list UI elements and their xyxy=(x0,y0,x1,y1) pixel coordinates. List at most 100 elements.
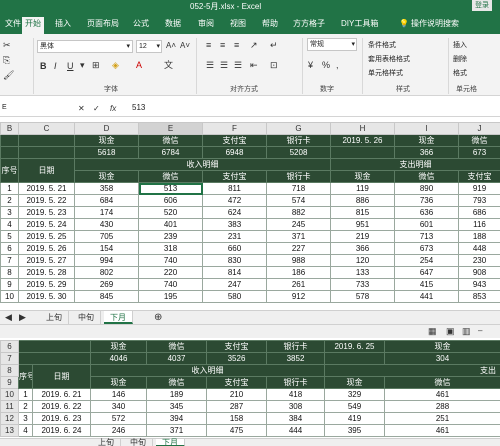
date-cell[interactable]: 2019. 5. 24 xyxy=(18,218,75,231)
value-cell[interactable]: 943 xyxy=(458,278,500,291)
next-sheet-icon[interactable]: ▶ xyxy=(16,311,29,324)
delete-cells-button[interactable]: 删除 xyxy=(453,54,467,64)
cell-style-button[interactable]: 单元格样式 xyxy=(368,68,403,78)
page-layout-icon[interactable]: ▣ xyxy=(446,326,455,336)
font-color-icon[interactable]: A xyxy=(136,60,142,70)
insert-cells-button[interactable]: 插入 xyxy=(453,40,467,50)
underline-button[interactable]: U xyxy=(67,61,74,71)
sub-header[interactable]: 支付宝 xyxy=(458,170,500,183)
value-cell[interactable]: 430 xyxy=(74,218,139,231)
align-right-icon[interactable]: ☰ xyxy=(234,60,242,70)
font-name-select[interactable]: 黑体 ▾ xyxy=(37,40,133,53)
value-cell[interactable]: 994 xyxy=(74,254,139,267)
cell[interactable]: 2019. 5. 26 xyxy=(330,134,395,147)
value-cell[interactable]: 549 xyxy=(324,400,385,413)
date-cell[interactable]: 2019. 5. 28 xyxy=(18,266,75,279)
seq-cell[interactable]: 6 xyxy=(0,242,19,255)
value-cell[interactable]: 853 xyxy=(458,290,500,303)
income-title[interactable]: 收入明细 xyxy=(90,364,325,377)
tab-formulas[interactable]: 公式 xyxy=(130,17,152,34)
cut-icon[interactable]: ✂ xyxy=(3,40,11,50)
value-cell[interactable]: 580 xyxy=(202,290,267,303)
value-cell[interactable]: 239 xyxy=(138,230,203,243)
row-header[interactable]: 11 xyxy=(0,400,19,413)
sub-header[interactable]: 现金 xyxy=(90,376,147,389)
seq-cell[interactable]: 1 xyxy=(0,182,19,195)
wrap-text-icon[interactable]: ↵ xyxy=(270,40,278,50)
value-cell[interactable]: 230 xyxy=(458,254,500,267)
cell[interactable]: 304 xyxy=(384,352,500,365)
value-cell[interactable]: 418 xyxy=(266,388,325,401)
row-header[interactable]: 13 xyxy=(0,424,19,437)
date-cell[interactable]: 2019. 6. 22 xyxy=(32,400,91,413)
value-cell[interactable]: 686 xyxy=(458,206,500,219)
cell[interactable]: 5208 xyxy=(266,146,331,159)
value-cell[interactable]: 448 xyxy=(458,242,500,255)
seq-cell[interactable]: 4 xyxy=(18,424,33,437)
zoom-out-icon[interactable]: – xyxy=(478,326,482,336)
value-cell[interactable]: 713 xyxy=(394,230,459,243)
cell[interactable]: 银行卡 xyxy=(266,134,331,147)
value-cell[interactable]: 251 xyxy=(384,412,500,425)
value-cell[interactable]: 802 xyxy=(74,266,139,279)
column-header[interactable]: J xyxy=(458,122,500,135)
underline-dropdown-icon[interactable]: ▾ xyxy=(80,60,85,70)
value-cell[interactable]: 415 xyxy=(394,278,459,291)
sheet-tab-zhong[interactable]: 中旬 xyxy=(72,311,101,324)
value-cell[interactable]: 133 xyxy=(330,266,395,279)
cell[interactable]: 现金 xyxy=(90,340,147,353)
value-cell[interactable]: 705 xyxy=(74,230,139,243)
cell[interactable]: 3526 xyxy=(206,352,267,365)
grow-font-icon[interactable]: A˄ xyxy=(166,41,176,51)
value-cell[interactable]: 394 xyxy=(146,412,207,425)
column-header[interactable]: F xyxy=(202,122,267,135)
cell[interactable]: 673 xyxy=(458,146,500,159)
value-cell[interactable]: 383 xyxy=(202,218,267,231)
date-cell[interactable]: 2019. 5. 23 xyxy=(18,206,75,219)
value-cell[interactable]: 287 xyxy=(206,400,267,413)
value-cell[interactable]: 572 xyxy=(90,412,147,425)
value-cell[interactable]: 684 xyxy=(74,194,139,207)
value-cell[interactable]: 988 xyxy=(266,254,331,267)
value-cell[interactable]: 601 xyxy=(394,218,459,231)
date-cell[interactable]: 2019. 6. 21 xyxy=(32,388,91,401)
value-cell[interactable]: 195 xyxy=(138,290,203,303)
value-cell[interactable]: 220 xyxy=(138,266,203,279)
cell[interactable] xyxy=(330,146,395,159)
sub-header[interactable]: 现金 xyxy=(324,376,385,389)
cell[interactable]: 支付宝 xyxy=(206,340,267,353)
value-cell[interactable]: 793 xyxy=(458,194,500,207)
value-cell[interactable]: 371 xyxy=(146,424,207,437)
seq-cell[interactable]: 3 xyxy=(18,412,33,425)
value-cell[interactable]: 371 xyxy=(266,230,331,243)
row-header[interactable]: 7 xyxy=(0,352,19,365)
italic-button[interactable]: I xyxy=(54,61,57,71)
value-cell[interactable]: 912 xyxy=(266,290,331,303)
tab-diy-toolbox[interactable]: DIY工具箱 xyxy=(338,17,381,34)
value-cell[interactable]: 578 xyxy=(330,290,395,303)
seq-cell[interactable]: 10 xyxy=(0,290,19,303)
date-cell[interactable]: 2019. 5. 29 xyxy=(18,278,75,291)
sub-header[interactable]: 微信 xyxy=(394,170,459,183)
tab-review[interactable]: 审阅 xyxy=(195,17,217,34)
seq-header[interactable]: 序号 xyxy=(18,364,33,389)
value-cell[interactable]: 329 xyxy=(324,388,385,401)
value-cell[interactable]: 513 xyxy=(138,182,203,195)
date-header[interactable]: 日期 xyxy=(18,158,75,183)
date-cell[interactable]: 2019. 5. 22 xyxy=(18,194,75,207)
date-cell[interactable]: 2019. 6. 24 xyxy=(32,424,91,437)
cell[interactable]: 银行卡 xyxy=(266,340,325,353)
sub-header[interactable]: 支付宝 xyxy=(206,376,267,389)
align-bottom-icon[interactable]: ≡ xyxy=(234,40,239,50)
column-header[interactable]: G xyxy=(266,122,331,135)
column-header[interactable]: E xyxy=(138,122,203,135)
prev-sheet-icon[interactable]: ◀ xyxy=(2,311,15,324)
seq-cell[interactable]: 4 xyxy=(0,218,19,231)
value-cell[interactable]: 116 xyxy=(458,218,500,231)
column-header[interactable]: D xyxy=(74,122,139,135)
value-cell[interactable]: 154 xyxy=(74,242,139,255)
value-cell[interactable]: 254 xyxy=(394,254,459,267)
tell-me-search[interactable]: 操作说明搜索 xyxy=(408,17,462,34)
seq-cell[interactable]: 2 xyxy=(0,194,19,207)
font-size-select[interactable]: 12 ▾ xyxy=(136,40,162,53)
